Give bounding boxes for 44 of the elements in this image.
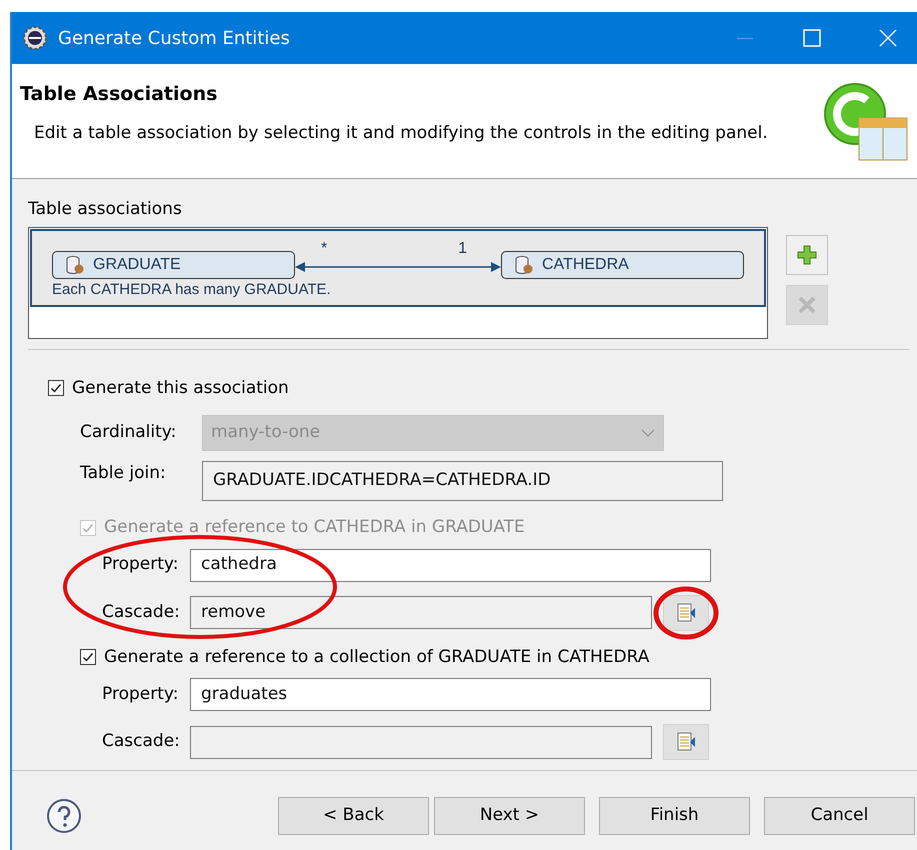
wizard-button[interactable]: < Back (278, 797, 429, 835)
field-label: Cascade: (102, 600, 181, 624)
help-icon[interactable] (46, 798, 82, 834)
table-join-field[interactable]: GRADUATE.IDCATHEDRA=CATHEDRA.ID (202, 461, 723, 501)
window-title: Generate Custom Entities (58, 26, 290, 50)
gear-icon (22, 25, 48, 51)
cardinality-label: 1 (458, 238, 467, 258)
maximize-icon[interactable] (803, 29, 821, 47)
plus-icon (797, 244, 817, 264)
page-description: Edit a table association by selecting it and modifying the controls in the editing panel. (34, 122, 768, 144)
checkbox-label: Generate this association (72, 376, 289, 400)
checkmark-icon (82, 651, 94, 664)
text-field[interactable] (190, 726, 652, 758)
checkbox[interactable] (80, 649, 96, 666)
association-summary: Each CATHEDRA has many GRADUATE. (52, 280, 332, 300)
field-label: Cardinality: (80, 421, 178, 444)
checkbox[interactable] (48, 380, 64, 396)
section-label: Table associations (28, 198, 183, 221)
table-name: GRADUATE (93, 254, 181, 274)
field-label: Property: (102, 682, 180, 706)
text-field[interactable]: graduates (190, 678, 711, 711)
field-label: Cascade: (102, 730, 181, 754)
wizard-button[interactable]: Finish (599, 797, 750, 835)
database-icon (514, 254, 534, 274)
wizard-button[interactable]: Next > (434, 797, 585, 835)
field-label: Table join: (80, 462, 167, 485)
checkmark-icon (50, 382, 62, 394)
close-icon[interactable] (879, 29, 897, 47)
edit-cascade-button[interactable] (663, 724, 709, 760)
delete-icon (797, 294, 817, 314)
edit-list-icon (675, 602, 697, 624)
checkbox-label: Generate a reference to a collection of GRADUATE in CATHEDRA (104, 646, 650, 668)
field-label: Property: (102, 553, 180, 576)
chevron-down-icon (641, 429, 655, 437)
table-name: CATHEDRA (542, 254, 629, 274)
add-button[interactable] (786, 234, 828, 274)
edit-list-icon (675, 731, 697, 753)
checkmark-icon (82, 522, 94, 534)
wizard-button[interactable]: Cancel (764, 797, 915, 835)
cardinality-label: * (321, 238, 328, 258)
association-row[interactable]: GRADUATE * 1 CATHEDRA Each CATHEDRA has many GRADUATE. (30, 228, 766, 306)
page-title: Table Associations (20, 82, 218, 107)
database-icon (65, 254, 85, 274)
checkbox-label: Generate a reference to CATHEDRA in GRADUATE (104, 516, 525, 539)
